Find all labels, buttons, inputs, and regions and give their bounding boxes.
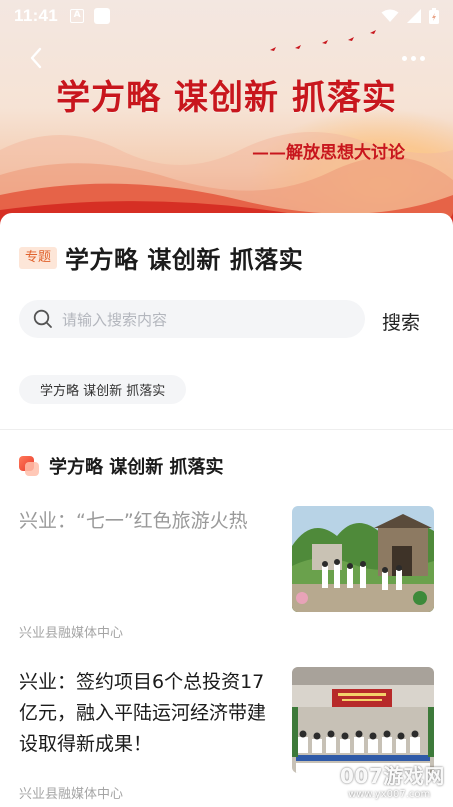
back-arrow-icon [30,47,42,69]
news-title: 兴业：“七一”红色旅游火热 [19,510,248,532]
banner-background-art [0,30,453,240]
notification-a-icon: A [70,9,85,23]
section-header: 学方略 谋创新 抓落实 [19,453,224,479]
cellular-icon [407,9,421,23]
search-icon [33,309,52,328]
status-time: 11:41 [14,6,59,25]
search-placeholder: 请输入搜索内容 [62,310,168,329]
banner-title: 学方略 谋创新 抓落实 [56,78,397,118]
search-input[interactable]: 请输入搜索内容 [19,300,365,338]
watermark-url: www.yx007.com [348,789,431,800]
battery-icon [429,8,439,24]
more-dots-icon [401,55,407,61]
wifi-icon [381,9,399,22]
section-title: 学方略 谋创新 抓落实 [49,457,224,478]
back-button[interactable] [22,44,50,72]
section-icon [19,456,39,476]
watermark-logo: 007游戏网 www.yx007.com [340,760,450,804]
news-thumbnail [292,506,434,612]
banner-subtitle: ——解放思想大讨论 [252,143,405,163]
watermark-text: 007游戏网 [340,764,445,788]
category-chip[interactable]: 学方略 谋创新 抓落实 [19,375,187,404]
news-source: 兴业县融媒体中心 [19,787,124,802]
status-bar: 11:41 A [0,0,453,32]
search-button[interactable]: 搜索 [382,308,420,335]
topic-title: 学方略 谋创新 抓落实 [65,246,304,274]
news-title: 兴业：签约项目6个总投资17亿元，融入平陆运河经济带建设取得新成果！ [19,671,267,755]
news-source: 兴业县融媒体中心 [19,626,124,641]
divider [0,429,453,430]
news-thumbnail [292,667,434,773]
more-options-button[interactable] [395,46,431,70]
header-banner: 11:41 A 学方略 谋创新 抓落实 ——解放思想大讨论 [0,0,453,240]
topic-tag-badge: 专题 [19,246,58,269]
topic-header: 专题 学方略 谋创新 抓落实 [19,240,303,275]
news-item[interactable]: 兴业：“七一”红色旅游火热 兴业县融媒体中心 [19,506,434,641]
notification-square-icon [94,8,111,24]
content-card: 专题 学方略 谋创新 抓落实 请输入搜索内容 搜索 学方略 谋创新 抓落实 学方… [0,213,453,807]
